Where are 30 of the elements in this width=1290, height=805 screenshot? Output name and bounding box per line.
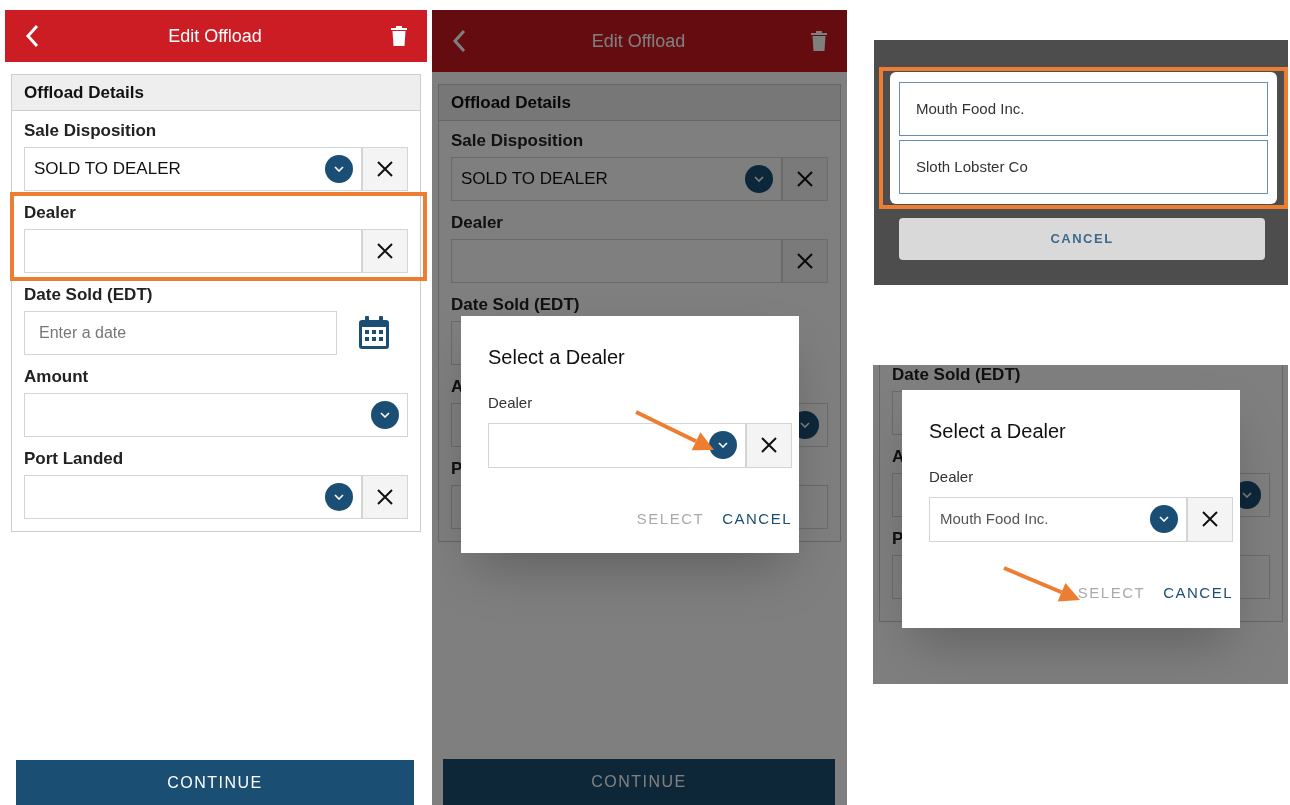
field-label: Sale Disposition <box>451 131 584 151</box>
dealer-option[interactable]: Mouth Food Inc. <box>899 82 1268 136</box>
continue-button[interactable]: CONTINUE <box>443 759 835 805</box>
dealer-option[interactable]: Sloth Lobster Co <box>899 140 1268 194</box>
field-label: Date Sold (EDT) <box>451 295 580 315</box>
field-label: Port Landed <box>24 449 124 469</box>
field-label: Dealer <box>929 467 975 487</box>
field-label: Dealer <box>488 393 534 413</box>
field-label: P <box>892 529 904 549</box>
screen-title: Edit Offload <box>591 29 686 53</box>
field-label: Dealer <box>24 203 76 223</box>
dialog-action[interactable]: CANCEL <box>722 507 792 530</box>
field-label: Date Sold (EDT) <box>892 365 1021 385</box>
select-field[interactable]: SOLD TO DEALER <box>451 157 782 201</box>
field-label: Dealer <box>451 213 503 233</box>
dialog-title: Select a Dealer <box>929 419 1067 444</box>
section-title: Offload Details <box>439 85 840 121</box>
field-label: Date Sold (EDT) <box>24 285 153 305</box>
screen-title: Edit Offload <box>168 24 262 48</box>
date-field[interactable]: Enter a date <box>24 311 337 355</box>
field-label: Sale Disposition <box>24 121 157 141</box>
section-title: Offload Details <box>12 75 420 111</box>
cancel-button[interactable]: CANCEL <box>899 218 1265 260</box>
dialog-action[interactable]: CANCEL <box>1163 581 1233 604</box>
select-field[interactable]: Mouth Food Inc. <box>929 496 1187 542</box>
dialog-title: Select a Dealer <box>488 345 626 370</box>
field-label: P <box>451 459 463 479</box>
select-field[interactable]: SOLD TO DEALER <box>24 147 362 191</box>
field-label: Amount <box>24 367 89 387</box>
continue-button[interactable]: CONTINUE <box>16 760 414 805</box>
